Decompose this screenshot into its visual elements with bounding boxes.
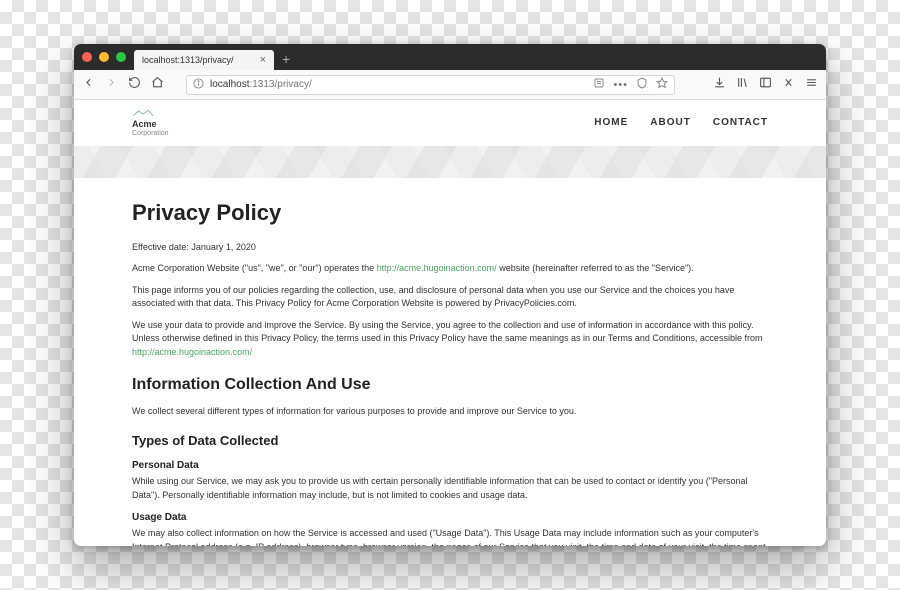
- hero-band: [74, 146, 826, 178]
- url-text: localhost:1313/privacy/: [210, 79, 587, 90]
- personal-data-paragraph: While using our Service, we may ask you …: [132, 475, 768, 502]
- tab-strip: localhost:1313/privacy/ × +: [74, 44, 826, 70]
- home-button[interactable]: [151, 76, 164, 94]
- more-icon[interactable]: •••: [613, 79, 628, 91]
- url-path: :1313/privacy/: [249, 79, 311, 90]
- logo-name: Acme: [132, 119, 157, 129]
- browser-tab[interactable]: localhost:1313/privacy/ ×: [134, 50, 274, 70]
- menu-icon[interactable]: [805, 76, 818, 94]
- heading-usage-data: Usage Data: [132, 510, 768, 525]
- protection-icon[interactable]: [636, 77, 648, 92]
- sidebar-icon[interactable]: [759, 76, 772, 94]
- minimize-window-button[interactable]: [99, 52, 109, 62]
- reload-button[interactable]: [128, 76, 141, 94]
- logo-subtitle: Corporation: [132, 130, 169, 137]
- browser-window: localhost:1313/privacy/ × + l: [74, 44, 826, 546]
- p3-a: We use your data to provide and improve …: [132, 320, 762, 344]
- toolbar-right: [713, 76, 818, 94]
- back-button[interactable]: [82, 76, 95, 94]
- nav-contact[interactable]: CONTACT: [713, 117, 768, 128]
- intro-link-1[interactable]: http://acme.hugoinaction.com/: [377, 263, 497, 273]
- heading-types: Types of Data Collected: [132, 431, 768, 451]
- close-window-button[interactable]: [82, 52, 92, 62]
- intro-link-2[interactable]: http://acme.hugoinaction.com/: [132, 347, 252, 357]
- p1-b: website (hereinafter referred to as the …: [497, 263, 694, 273]
- site-nav: HOME ABOUT CONTACT: [594, 117, 768, 128]
- p1-a: Acme Corporation Website ("us", "we", or…: [132, 263, 377, 273]
- page-viewport: Acme Corporation HOME ABOUT CONTACT Priv…: [74, 100, 826, 546]
- url-host: localhost: [210, 79, 249, 90]
- effective-date: Effective date: January 1, 2020: [132, 241, 768, 255]
- maximize-window-button[interactable]: [116, 52, 126, 62]
- heading-collection: Information Collection And Use: [132, 373, 768, 397]
- intro-paragraph-2: This page informs you of our policies re…: [132, 284, 768, 311]
- site-logo[interactable]: Acme Corporation: [132, 108, 169, 137]
- intro-paragraph-3: We use your data to provide and improve …: [132, 319, 768, 360]
- close-tab-button[interactable]: ×: [260, 55, 266, 66]
- library-icon[interactable]: [736, 76, 749, 94]
- url-bar[interactable]: localhost:1313/privacy/ •••: [186, 75, 675, 95]
- site-header: Acme Corporation HOME ABOUT CONTACT: [74, 100, 826, 146]
- extensions-icon[interactable]: [782, 76, 795, 94]
- usage-data-paragraph: We may also collect information on how t…: [132, 527, 768, 546]
- forward-button[interactable]: [105, 76, 118, 94]
- browser-toolbar: localhost:1313/privacy/ •••: [74, 70, 826, 100]
- nav-about[interactable]: ABOUT: [650, 117, 691, 128]
- intro-paragraph-1: Acme Corporation Website ("us", "we", or…: [132, 262, 768, 276]
- downloads-icon[interactable]: [713, 76, 726, 94]
- page-title: Privacy Policy: [132, 196, 768, 229]
- new-tab-button[interactable]: +: [282, 52, 290, 66]
- site-info-icon[interactable]: [193, 78, 204, 92]
- tab-title: localhost:1313/privacy/: [142, 55, 234, 65]
- bookmark-icon[interactable]: [656, 77, 668, 92]
- page-content: Privacy Policy Effective date: January 1…: [74, 178, 826, 546]
- nav-home[interactable]: HOME: [594, 117, 628, 128]
- window-controls: [82, 52, 126, 62]
- collection-paragraph: We collect several different types of in…: [132, 405, 768, 419]
- heading-personal-data: Personal Data: [132, 458, 768, 473]
- reader-mode-icon[interactable]: [593, 77, 605, 92]
- nav-controls: [82, 76, 164, 94]
